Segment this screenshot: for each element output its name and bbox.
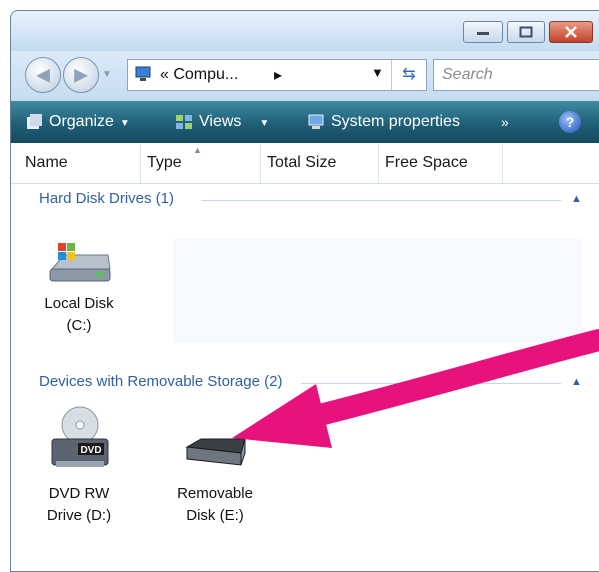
maximize-icon bbox=[519, 26, 533, 38]
drive-item-dvd-rw[interactable]: DVD DVD RW Drive (D:) bbox=[31, 405, 127, 527]
address-row: ◀ ▶ ▼ « Compu... ▸ ▼ ⇆ Search bbox=[11, 51, 599, 101]
breadcrumb-separator-icon[interactable]: ▸ bbox=[274, 65, 282, 85]
close-icon bbox=[565, 26, 577, 38]
close-button[interactable] bbox=[549, 21, 593, 43]
search-placeholder: Search bbox=[442, 66, 493, 83]
views-label: Views bbox=[199, 113, 242, 130]
views-icon bbox=[176, 114, 192, 129]
sort-ascending-icon: ▲ bbox=[193, 145, 202, 155]
breadcrumb[interactable]: « Compu... bbox=[160, 66, 238, 84]
views-dropdown-icon: ▼ bbox=[259, 118, 270, 129]
refresh-button[interactable]: ⇆ bbox=[391, 60, 426, 90]
selection-background bbox=[173, 239, 583, 343]
views-button[interactable]: Views ▼ bbox=[175, 101, 269, 143]
column-headers: Name Type ▲ Total Size Free Space bbox=[11, 143, 599, 184]
organize-icon bbox=[27, 113, 42, 129]
drive-item-local-disk[interactable]: Local Disk (C:) bbox=[31, 239, 127, 337]
minimize-icon bbox=[477, 32, 489, 35]
collapse-group-icon[interactable]: ▲ bbox=[571, 193, 582, 205]
hard-disk-icon bbox=[49, 243, 111, 282]
back-button[interactable]: ◀ bbox=[25, 57, 61, 93]
file-list: Name Type ▲ Total Size Free Space Hard D… bbox=[11, 143, 599, 571]
system-properties-icon bbox=[308, 114, 324, 129]
column-name[interactable]: Name bbox=[11, 143, 141, 183]
system-properties-button[interactable]: System properties bbox=[307, 101, 460, 143]
drive-label-line1: Removable bbox=[177, 485, 253, 502]
dvd-drive-icon: DVD bbox=[51, 406, 109, 467]
forward-arrow-icon: ▶ bbox=[74, 64, 88, 85]
group-divider bbox=[201, 200, 561, 201]
column-free-space[interactable]: Free Space bbox=[379, 143, 503, 183]
system-properties-label: System properties bbox=[331, 113, 460, 130]
address-bar[interactable]: « Compu... ▸ ▼ ⇆ bbox=[127, 59, 427, 91]
dvd-badge: DVD bbox=[80, 445, 101, 456]
organize-dropdown-icon: ▼ bbox=[119, 118, 130, 129]
back-arrow-icon: ◀ bbox=[36, 64, 50, 85]
group-header-hard-disk-drives[interactable]: Hard Disk Drives (1) bbox=[39, 190, 174, 207]
more-commands-button[interactable]: » bbox=[501, 101, 509, 143]
command-bar: Organize ▼ Views ▼ System properties » ? bbox=[11, 101, 599, 143]
refresh-icon: ⇆ bbox=[402, 66, 416, 83]
recent-pages-dropdown-icon[interactable]: ▼ bbox=[102, 69, 114, 81]
search-box[interactable]: Search bbox=[433, 59, 599, 91]
help-button[interactable]: ? bbox=[559, 111, 581, 133]
computer-icon bbox=[135, 66, 151, 81]
removable-disk-icon bbox=[185, 438, 246, 466]
drive-item-removable-disk[interactable]: Removable Disk (E:) bbox=[163, 435, 267, 527]
group-divider bbox=[301, 383, 561, 384]
minimize-button[interactable] bbox=[463, 21, 503, 43]
title-bar[interactable] bbox=[11, 11, 599, 51]
forward-button[interactable]: ▶ bbox=[63, 57, 99, 93]
maximize-button[interactable] bbox=[507, 21, 545, 43]
explorer-window: ◀ ▶ ▼ « Compu... ▸ ▼ ⇆ Search Organize ▼ … bbox=[10, 10, 599, 572]
address-dropdown-icon[interactable]: ▼ bbox=[371, 65, 384, 80]
column-total-size[interactable]: Total Size bbox=[261, 143, 379, 183]
organize-button[interactable]: Organize ▼ bbox=[25, 101, 130, 143]
drive-label-line2: (C:) bbox=[66, 317, 92, 334]
drive-label-line2: Disk (E:) bbox=[186, 507, 244, 524]
organize-label: Organize bbox=[49, 113, 114, 130]
drive-label-line1: Local Disk bbox=[44, 295, 114, 312]
drive-label-line1: DVD RW bbox=[48, 485, 110, 502]
drive-label-line2: Drive (D:) bbox=[46, 507, 112, 524]
collapse-group-icon[interactable]: ▲ bbox=[571, 376, 582, 388]
group-header-removable-storage[interactable]: Devices with Removable Storage (2) bbox=[39, 373, 282, 390]
